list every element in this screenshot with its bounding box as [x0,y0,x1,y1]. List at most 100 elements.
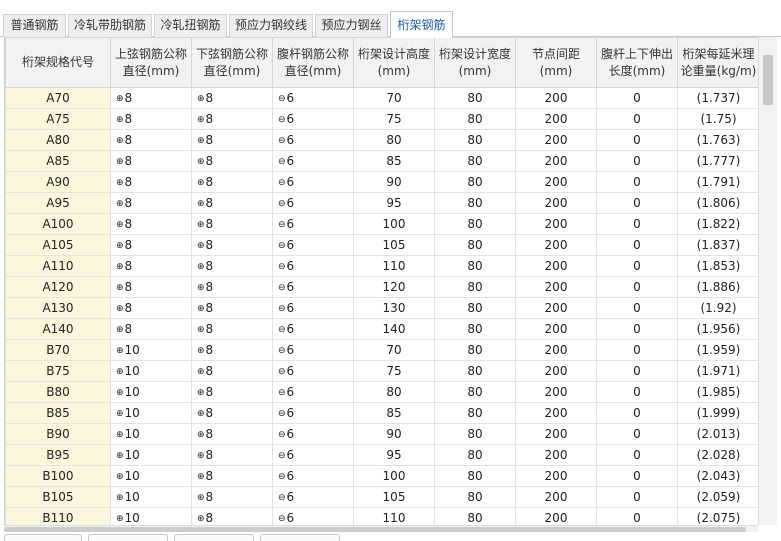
cell-number[interactable]: (2.075) [677,507,758,525]
cell-bar-diameter[interactable]: ⊕8 [110,87,192,109]
cell-bar-diameter[interactable]: ⊕8 [110,297,192,319]
cell-bar-diameter[interactable]: ⊕8 [110,276,192,298]
cell-number[interactable]: 0 [596,423,678,445]
cell-number[interactable]: 0 [596,276,678,298]
cell-bar-diameter[interactable]: ⊕8 [191,465,273,487]
cell-spec-code[interactable]: A105 [5,234,111,256]
cell-number[interactable]: (2.013) [677,423,758,445]
cell-number[interactable]: 200 [515,318,597,340]
cell-bar-diameter[interactable]: ⊕8 [191,150,273,172]
cell-number[interactable]: 200 [515,339,597,361]
cell-bar-diameter[interactable]: ⊖6 [272,234,354,256]
cell-number[interactable]: (1.886) [677,276,758,298]
cell-bar-diameter[interactable]: ⊖6 [272,87,354,109]
cell-spec-code[interactable]: A95 [5,192,111,214]
cell-spec-code[interactable]: B95 [5,444,111,466]
cell-bar-diameter[interactable]: ⊕8 [110,213,192,235]
cell-number[interactable]: 200 [515,507,597,525]
col-header-unit-weight[interactable]: 桁架每延米理论重量(kg/m) [677,37,758,88]
bottom-button-2[interactable] [88,534,168,541]
cell-number[interactable]: 105 [353,234,435,256]
cell-number[interactable]: 0 [596,339,678,361]
cell-number[interactable]: 0 [596,150,678,172]
cell-number[interactable]: (1.737) [677,87,758,109]
bottom-button-3[interactable] [174,534,254,541]
table-row[interactable]: A85 ⊕8 ⊕8 ⊖6 85 80 200 0 (1.777) [5,150,758,172]
cell-bar-diameter[interactable]: ⊖6 [272,276,354,298]
cell-bar-diameter[interactable]: ⊕8 [191,255,273,277]
cell-number[interactable]: 80 [434,150,516,172]
cell-number[interactable]: 80 [434,192,516,214]
cell-number[interactable]: 90 [353,171,435,193]
cell-bar-diameter[interactable]: ⊕8 [191,381,273,403]
cell-number[interactable]: 0 [596,108,678,130]
cell-number[interactable]: 0 [596,360,678,382]
cell-bar-diameter[interactable]: ⊖6 [272,381,354,403]
cell-number[interactable]: 80 [434,381,516,403]
cell-number[interactable]: 95 [353,192,435,214]
vertical-scroll-thumb[interactable] [763,55,773,105]
cell-bar-diameter[interactable]: ⊖6 [272,192,354,214]
cell-number[interactable]: (1.837) [677,234,758,256]
cell-bar-diameter[interactable]: ⊕10 [110,360,192,382]
cell-spec-code[interactable]: A100 [5,213,111,235]
table-row[interactable]: A70 ⊕8 ⊕8 ⊖6 70 80 200 0 (1.737) [5,87,758,109]
table-row[interactable]: B100 ⊕10 ⊕8 ⊖6 100 80 200 0 (2.043) [5,465,758,487]
col-header-top-chord-dia[interactable]: 上弦钢筋公称直径(mm) [110,37,192,88]
cell-number[interactable]: 0 [596,402,678,424]
cell-spec-code[interactable]: B105 [5,486,111,508]
cell-number[interactable]: 90 [353,423,435,445]
table-row[interactable]: A120 ⊕8 ⊕8 ⊖6 120 80 200 0 (1.886) [5,276,758,298]
cell-number[interactable]: 110 [353,507,435,525]
cell-number[interactable]: 200 [515,276,597,298]
cell-number[interactable]: 0 [596,192,678,214]
cell-number[interactable]: 100 [353,465,435,487]
cell-number[interactable]: 80 [434,108,516,130]
cell-number[interactable]: (1.999) [677,402,758,424]
cell-number[interactable]: 200 [515,108,597,130]
cell-number[interactable]: 85 [353,402,435,424]
col-header-design-height[interactable]: 桁架设计高度(mm) [353,37,435,88]
col-header-design-width[interactable]: 桁架设计宽度(mm) [434,37,516,88]
cell-number[interactable]: 200 [515,486,597,508]
tab-prestressed-strand[interactable]: 预应力钢绞线 [229,14,313,37]
cell-number[interactable]: 80 [434,213,516,235]
cell-number[interactable]: (1.777) [677,150,758,172]
cell-number[interactable]: 0 [596,171,678,193]
cell-bar-diameter[interactable]: ⊕8 [110,318,192,340]
col-header-bottom-chord-dia[interactable]: 下弦钢筋公称直径(mm) [191,37,273,88]
cell-number[interactable]: (1.985) [677,381,758,403]
cell-spec-code[interactable]: A80 [5,129,111,151]
cell-number[interactable]: 200 [515,297,597,319]
cell-bar-diameter[interactable]: ⊖6 [272,297,354,319]
cell-number[interactable]: 0 [596,381,678,403]
cell-number[interactable]: (2.043) [677,465,758,487]
cell-spec-code[interactable]: A110 [5,255,111,277]
cell-bar-diameter[interactable]: ⊕10 [110,444,192,466]
cell-bar-diameter[interactable]: ⊕8 [110,150,192,172]
cell-bar-diameter[interactable]: ⊕10 [110,339,192,361]
cell-number[interactable]: 70 [353,87,435,109]
col-header-node-spacing[interactable]: 节点间距(mm) [515,37,597,88]
cell-number[interactable]: 80 [434,234,516,256]
cell-bar-diameter[interactable]: ⊕8 [110,192,192,214]
cell-number[interactable]: (1.853) [677,255,758,277]
cell-spec-code[interactable]: B70 [5,339,111,361]
tab-cold-rolled-twisted-rebar[interactable]: 冷轧扭钢筋 [154,14,227,37]
cell-number[interactable]: 80 [434,171,516,193]
bottom-button-1[interactable] [4,534,82,541]
cell-bar-diameter[interactable]: ⊕8 [191,192,273,214]
cell-number[interactable]: 80 [434,129,516,151]
cell-number[interactable]: 140 [353,318,435,340]
col-header-web-extension[interactable]: 腹杆上下伸出长度(mm) [596,37,678,88]
cell-bar-diameter[interactable]: ⊕8 [191,318,273,340]
table-row[interactable]: A80 ⊕8 ⊕8 ⊖6 80 80 200 0 (1.763) [5,129,758,151]
cell-bar-diameter[interactable]: ⊖6 [272,402,354,424]
cell-number[interactable]: 110 [353,255,435,277]
cell-bar-diameter[interactable]: ⊕10 [110,507,192,525]
cell-number[interactable]: 0 [596,255,678,277]
cell-bar-diameter[interactable]: ⊖6 [272,171,354,193]
table-row[interactable]: A95 ⊕8 ⊕8 ⊖6 95 80 200 0 (1.806) [5,192,758,214]
cell-number[interactable]: (1.75) [677,108,758,130]
cell-spec-code[interactable]: A140 [5,318,111,340]
